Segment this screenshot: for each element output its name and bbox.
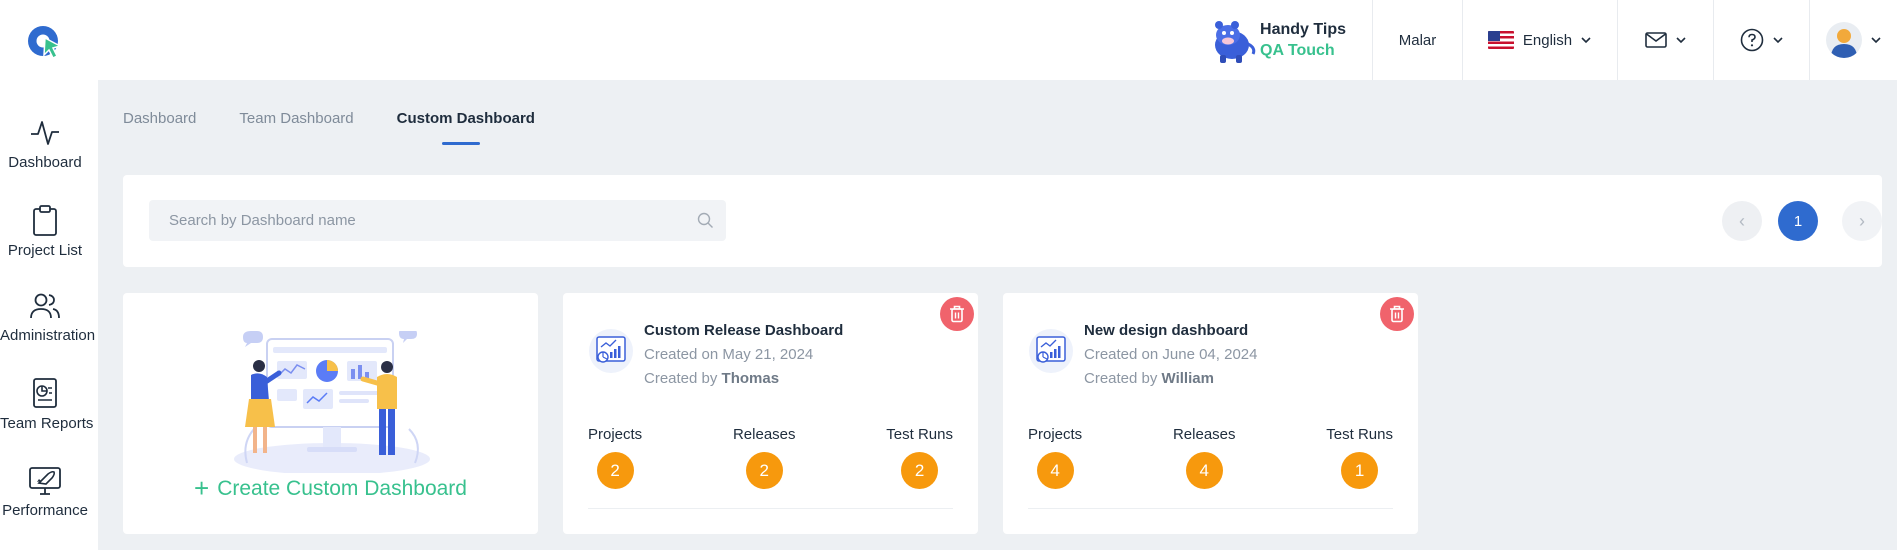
search-panel: ‹ 1 › [123,175,1882,267]
rhino-mascot-icon [1215,21,1256,63]
dashboard-illustration [234,331,430,473]
dashboard-title[interactable]: Custom Release Dashboard [644,322,843,339]
dashboard-tabs: Dashboard Team Dashboard Custom Dashboar… [123,110,578,145]
rocket-monitor-icon [29,467,61,495]
dashboard-created-on: Created on June 04, 2024 [1084,346,1258,363]
tab-team-dashboard[interactable]: Team Dashboard [239,110,353,127]
trash-icon [950,305,964,323]
handy-tips-brand: QA Touch [1260,42,1335,59]
next-page-button[interactable]: › [1842,201,1882,241]
create-custom-dashboard-card[interactable]: + Create Custom Dashboard [123,293,538,534]
dashboard-stats: Projects 2 Releases 2 Test Runs 2 [588,426,953,489]
language-label: English [1522,31,1573,49]
delete-button[interactable] [940,297,974,331]
prev-page-button[interactable]: ‹ [1722,201,1762,241]
tab-custom-dashboard[interactable]: Custom Dashboard [397,110,535,145]
count-badge: 4 [1185,452,1223,489]
chevron-down-icon [1675,37,1686,44]
chevron-down-icon [1581,37,1591,44]
qa-touch-logo[interactable] [26,24,62,60]
language-selector[interactable]: English [1463,0,1618,80]
dashboard-chart-icon [589,329,633,373]
handy-tips-title: Handy Tips [1260,21,1346,38]
pagination: ‹ 1 › [1722,201,1882,241]
help-icon [1740,28,1763,52]
report-icon [33,378,57,408]
stat-projects: Projects 2 [588,426,642,489]
creator-name: William [1161,370,1214,387]
dashboard-chart-icon [1029,329,1073,373]
search-box [149,200,726,241]
sidebar: Dashboard Project List Administration Te… [0,80,98,550]
dashboard-created-on: Created on May 21, 2024 [644,346,814,363]
search-icon[interactable] [697,212,714,229]
avatar [1825,22,1862,58]
plus-icon: + [194,473,210,503]
sidebar-item-label: Performance [2,502,88,519]
count-badge: 2 [745,452,783,489]
dashboard-created-by: Created by Thomas [644,370,780,387]
tab-dashboard[interactable]: Dashboard [123,110,196,127]
divider [1028,508,1393,509]
sidebar-item-label: Administration [0,327,96,344]
clipboard-icon [33,205,57,236]
create-label: Create Custom Dashboard [217,477,467,500]
stat-test-runs: Test Runs 2 [886,426,953,489]
mail-icon [1644,32,1667,48]
stat-releases: Releases 2 [733,426,796,489]
sidebar-item-label: Project List [7,242,83,259]
page-number-button[interactable]: 1 [1778,201,1818,241]
dashboard-stats: Projects 4 Releases 4 Test Runs 1 [1028,426,1393,489]
stat-releases: Releases 4 [1173,426,1236,489]
sidebar-item-performance[interactable]: Performance [0,464,90,519]
trash-icon [1390,305,1404,323]
sidebar-item-label: Dashboard [8,154,82,171]
create-custom-dashboard-button[interactable]: + Create Custom Dashboard [123,473,538,504]
sidebar-item-administration[interactable]: Administration [0,291,96,344]
top-header: Handy Tips QA Touch Malar English [0,0,1897,80]
sidebar-item-project-list[interactable]: Project List [0,204,90,259]
dashboard-created-by: Created by William [1084,370,1214,387]
profile-menu[interactable] [1810,0,1897,80]
handy-tips[interactable]: Handy Tips QA Touch [1206,0,1373,80]
count-badge: 2 [596,452,634,489]
dashboard-title[interactable]: New design dashboard [1084,322,1248,339]
stat-test-runs: Test Runs 1 [1326,426,1393,489]
creator-name: Thomas [721,370,780,387]
chevron-down-icon [1772,37,1783,44]
chevron-down-icon [1870,37,1881,44]
stat-projects: Projects 4 [1028,426,1082,489]
activity-icon [31,121,59,145]
sidebar-item-dashboard[interactable]: Dashboard [0,118,90,171]
delete-button[interactable] [1380,297,1414,331]
divider [588,508,953,509]
user-name[interactable]: Malar [1373,0,1463,80]
count-badge: 4 [1036,452,1074,489]
dashboard-card[interactable]: Custom Release Dashboard Created on May … [563,293,978,534]
count-badge: 1 [1341,452,1379,489]
mail-menu[interactable] [1618,0,1714,80]
us-flag-icon [1487,31,1514,49]
dashboard-card[interactable]: New design dashboard Created on June 04,… [1003,293,1418,534]
help-menu[interactable] [1714,0,1810,80]
sidebar-item-label: Team Reports [0,415,94,432]
users-icon [30,293,60,319]
search-input[interactable] [149,200,726,241]
sidebar-item-team-reports[interactable]: Team Reports [0,377,94,432]
count-badge: 2 [901,452,939,489]
